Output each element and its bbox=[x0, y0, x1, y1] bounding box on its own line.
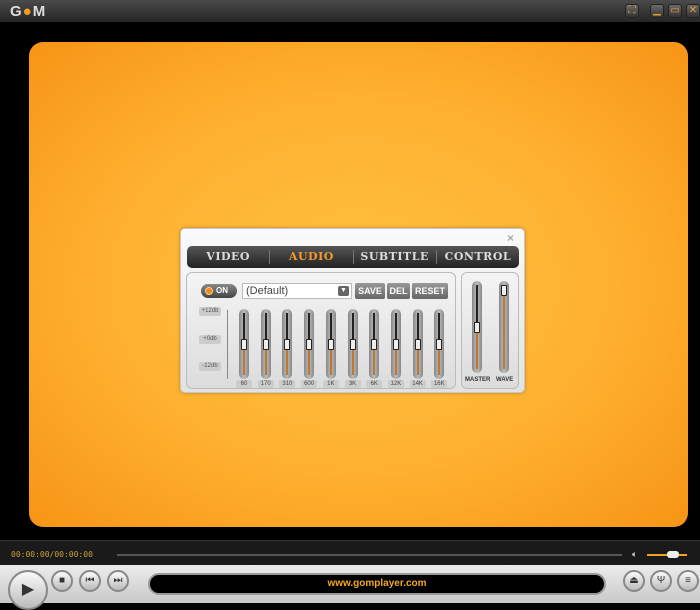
eq-band-label: 600 bbox=[301, 380, 318, 388]
eq-band-slider-60[interactable] bbox=[239, 309, 249, 379]
fullscreen-button[interactable]: ⛶ bbox=[625, 4, 639, 18]
eq-band-thumb[interactable] bbox=[327, 338, 334, 350]
eq-band-label: 3K bbox=[344, 380, 361, 388]
eq-band-label: 14K bbox=[409, 380, 426, 388]
tab-audio[interactable]: AUDIO bbox=[270, 250, 354, 264]
db-label-zero: +0db bbox=[199, 335, 221, 344]
control-panel-button[interactable]: Ψ bbox=[650, 570, 672, 592]
open-button[interactable]: ⏏ bbox=[623, 570, 645, 592]
on-label: ON bbox=[216, 286, 228, 295]
db-scale bbox=[227, 310, 233, 379]
tab-video[interactable]: VIDEO bbox=[187, 250, 271, 264]
eq-band-thumb[interactable] bbox=[262, 338, 269, 350]
stop-icon: ■ bbox=[58, 575, 66, 586]
control-panel: × VIDEO AUDIO SUBTITLE CONTROL ON (Defau… bbox=[180, 228, 525, 393]
eq-band-thumb[interactable] bbox=[392, 338, 399, 350]
minimize-button[interactable]: ▁ bbox=[650, 4, 664, 18]
eq-band-slider-600[interactable] bbox=[304, 309, 315, 379]
maximize-button[interactable]: ▭ bbox=[668, 4, 682, 18]
volume-thumb[interactable] bbox=[667, 551, 679, 558]
eq-band-slider-14K[interactable] bbox=[412, 309, 423, 379]
gom-logo: G●M bbox=[10, 3, 47, 20]
eq-band-thumb[interactable] bbox=[349, 338, 356, 350]
del-button[interactable]: DEL bbox=[387, 283, 410, 299]
reset-button[interactable]: RESET bbox=[412, 283, 448, 299]
seek-bar[interactable] bbox=[117, 554, 622, 556]
eq-on-toggle[interactable]: ON bbox=[201, 284, 237, 298]
wave-slider[interactable] bbox=[499, 281, 509, 373]
stop-button[interactable]: ■ bbox=[51, 570, 73, 592]
info-display[interactable]: www.gomplayer.com bbox=[148, 573, 606, 595]
preset-select[interactable]: (Default) ▼ bbox=[242, 283, 352, 299]
playlist-button[interactable]: ≡ bbox=[677, 570, 699, 592]
equalizer: ON (Default) ▼ SAVE DEL RESET +12db +0db … bbox=[186, 272, 456, 389]
eq-band-slider-310[interactable] bbox=[282, 309, 293, 379]
eq-band-thumb[interactable] bbox=[284, 338, 291, 350]
master-fill bbox=[476, 327, 478, 369]
next-button[interactable]: ⏭ bbox=[107, 570, 129, 592]
db-label-min: -12db bbox=[199, 362, 221, 371]
wave-label: WAVE bbox=[496, 377, 514, 383]
master-label: MASTER bbox=[465, 377, 491, 383]
eq-band-slider-3K[interactable] bbox=[347, 309, 358, 379]
eq-band-label: 1K bbox=[322, 380, 339, 388]
seek-bar-area bbox=[0, 540, 700, 565]
eq-band-label: 12K bbox=[387, 380, 404, 388]
mixer: MASTER WAVE bbox=[461, 272, 519, 389]
panel-close-button[interactable]: × bbox=[507, 231, 514, 245]
tab-control[interactable]: CONTROL bbox=[437, 250, 519, 264]
eject-icon: ⏏ bbox=[629, 575, 639, 586]
eq-band-label: 6K bbox=[366, 380, 383, 388]
master-thumb[interactable] bbox=[474, 321, 480, 333]
eq-band-slider-16K[interactable] bbox=[434, 309, 445, 379]
eq-band-label: 16K bbox=[431, 380, 448, 388]
eq-band-thumb[interactable] bbox=[371, 338, 378, 350]
eq-band-slider-170[interactable] bbox=[260, 309, 271, 379]
eq-band-label: 60 bbox=[236, 380, 252, 388]
save-button[interactable]: SAVE bbox=[355, 283, 385, 299]
eq-band-thumb[interactable] bbox=[414, 338, 421, 350]
speaker-icon[interactable]: 🔈︎ bbox=[632, 549, 637, 560]
eq-band-label: 310 bbox=[279, 380, 296, 388]
title-bar[interactable]: G●M ⛶ ▁ ▭ ✕ bbox=[0, 0, 700, 22]
eq-band-slider-6K[interactable] bbox=[369, 309, 380, 379]
master-slider[interactable] bbox=[472, 281, 482, 373]
tab-subtitle[interactable]: SUBTITLE bbox=[354, 250, 437, 264]
previous-button[interactable]: ⏮ bbox=[79, 570, 101, 592]
wave-thumb[interactable] bbox=[501, 285, 507, 296]
eq-band-thumb[interactable] bbox=[436, 338, 443, 350]
wave-fill bbox=[503, 285, 505, 369]
panel-tabs: VIDEO AUDIO SUBTITLE CONTROL bbox=[187, 246, 519, 268]
preset-value: (Default) bbox=[246, 285, 289, 297]
chevron-down-icon: ▼ bbox=[338, 286, 349, 296]
next-icon: ⏭ bbox=[113, 575, 123, 586]
settings-icon: Ψ bbox=[656, 575, 666, 586]
eq-band-thumb[interactable] bbox=[306, 338, 313, 350]
eq-band-thumb[interactable] bbox=[241, 338, 247, 350]
previous-icon: ⏮ bbox=[85, 575, 95, 586]
eq-band-label: 170 bbox=[257, 380, 274, 388]
time-display: 00:00:00/00:00:00 bbox=[11, 550, 93, 559]
eq-band-slider-12K[interactable] bbox=[390, 309, 401, 379]
play-icon: ▶ bbox=[21, 581, 35, 598]
eq-band-slider-1K[interactable] bbox=[325, 309, 336, 379]
db-label-max: +12db bbox=[199, 307, 221, 316]
close-button[interactable]: ✕ bbox=[686, 4, 700, 18]
play-button[interactable]: ▶ bbox=[8, 570, 48, 610]
power-led-icon bbox=[205, 287, 213, 295]
menu-icon: ≡ bbox=[685, 575, 691, 586]
